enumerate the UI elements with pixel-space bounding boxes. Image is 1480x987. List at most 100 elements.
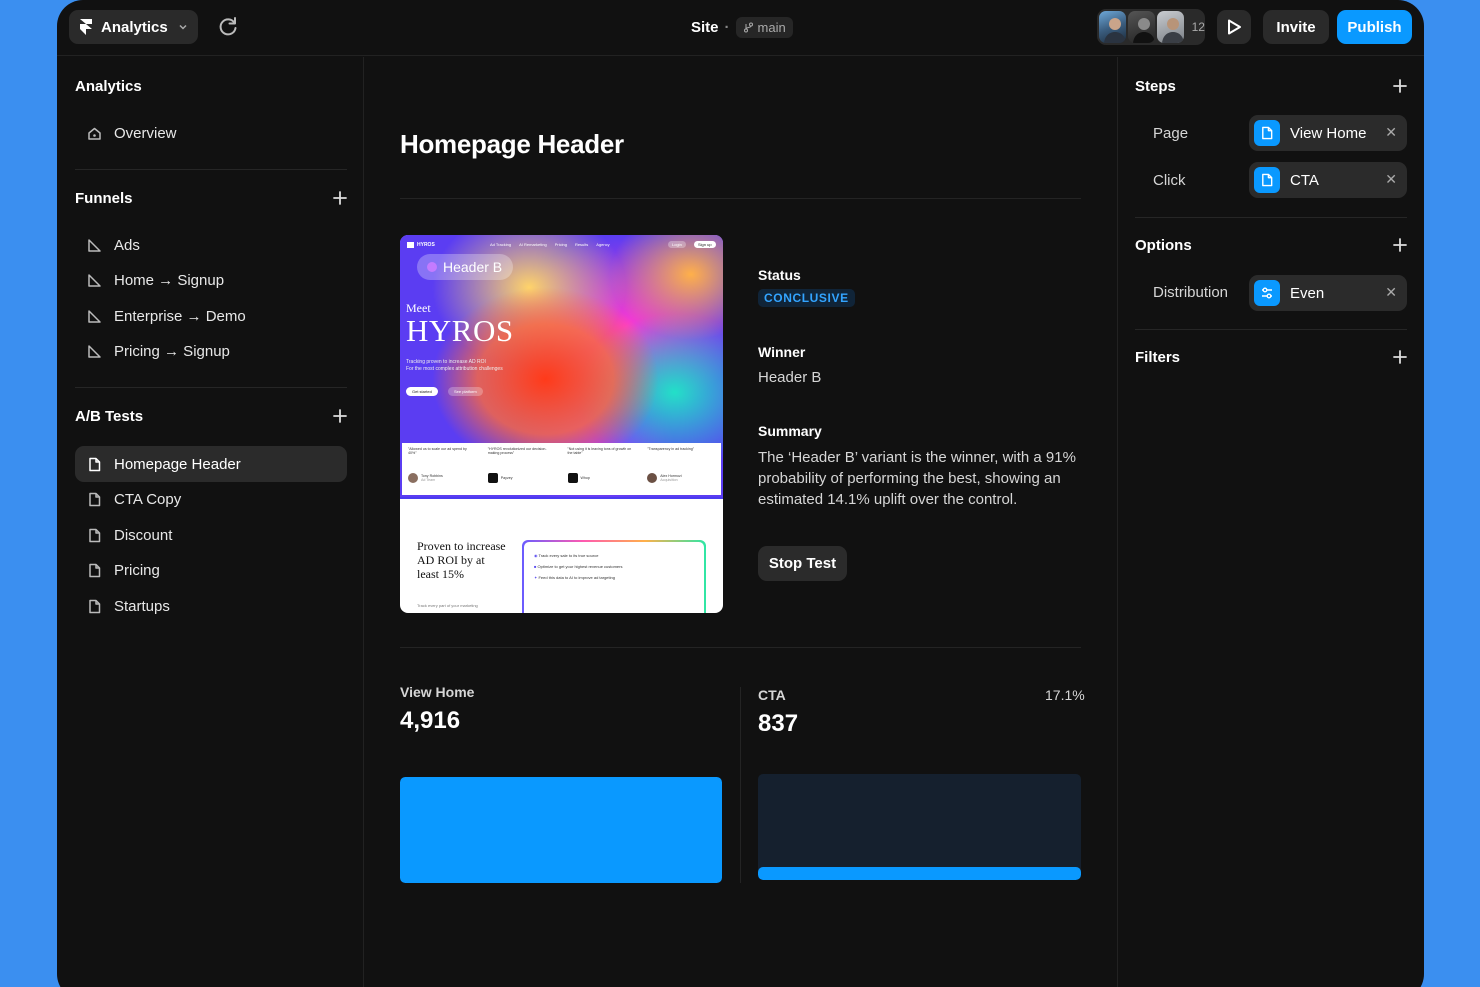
preview-nav-item: Agency [596, 242, 610, 247]
option-label-distribution: Distribution [1153, 284, 1229, 301]
sidebar-item-label: Pricing → Signup [114, 342, 230, 360]
add-abtest-icon[interactable] [332, 408, 348, 424]
branch-badge[interactable]: main [735, 17, 793, 38]
add-step-icon[interactable] [1392, 78, 1408, 94]
project-breadcrumb[interactable]: Site · main [691, 17, 793, 38]
variant-preview[interactable]: HYROS Ad Tracking AI Remarketing Pricing… [400, 235, 723, 613]
sidebar-item-label: Overview [114, 124, 177, 142]
page-icon [89, 457, 101, 471]
summary-label: Summary [758, 423, 822, 439]
preview-divider [400, 497, 723, 499]
whop-logo-icon [567, 473, 578, 483]
target-icon: ◉ [534, 553, 538, 558]
preview-nav-item: Pricing [554, 242, 567, 247]
testimonial-quote: "Not using it is leaving tons of growth … [567, 447, 632, 455]
stat-bar-fill [400, 777, 722, 883]
sidebar-item-funnel[interactable]: Enterprise → Demo [75, 298, 347, 334]
collaborators[interactable]: 12 [1097, 9, 1205, 45]
sidebar-item-label: CTA Copy [114, 490, 182, 508]
properties-panel: Steps Page View Home ✕ Click CTA ✕ Optio… [1117, 57, 1424, 987]
preview-checklist-card: ◉ Track every sale to its true source ■ … [522, 540, 706, 613]
sidebar-item-funnel[interactable]: Home → Signup [75, 262, 347, 298]
sidebar-item-abtest[interactable]: Startups [75, 588, 347, 624]
add-filter-icon[interactable] [1392, 349, 1408, 365]
sidebar-item-funnel[interactable]: Pricing → Signup [75, 333, 347, 369]
sidebar-item-abtest[interactable]: CTA Copy [75, 481, 347, 517]
invite-button[interactable]: Invite [1263, 10, 1329, 44]
testimonial-name: Payzey [500, 476, 513, 480]
variant-pill: Header B [417, 254, 513, 280]
stat-label-cta: CTA [758, 687, 786, 703]
home-icon [88, 127, 101, 140]
preview-nav-item: Results [574, 242, 589, 247]
status-badge: CONCLUSIVE [758, 289, 855, 307]
checklist-item: ✦ Feed this data to AI to improve ad tar… [534, 575, 615, 580]
git-branch-icon [743, 22, 753, 33]
divider [1135, 217, 1407, 218]
add-funnel-icon[interactable] [332, 190, 348, 206]
sidebar-item-homepage-header[interactable]: Homepage Header [75, 446, 347, 482]
publish-button[interactable]: Publish [1337, 10, 1412, 44]
sidebar-item-overview[interactable]: Overview [75, 115, 347, 151]
step-chip-view-home[interactable]: View Home ✕ [1249, 115, 1407, 151]
page-icon [89, 528, 101, 542]
stat-bar-fill [758, 867, 1081, 880]
remove-chip-icon[interactable]: ✕ [1385, 124, 1397, 141]
page-icon [89, 599, 101, 613]
analytics-section-title: Analytics [75, 78, 142, 95]
stat-bar-view-home [400, 777, 722, 883]
checklist-item: ■ Optimize to get your highest revenue c… [534, 564, 623, 569]
sliders-icon [1254, 280, 1280, 306]
preview-testimonial: "Not using it is leaving tons of growth … [562, 443, 642, 495]
status-label: Status [758, 267, 801, 283]
page-icon [1254, 167, 1280, 193]
branch-name: main [757, 20, 786, 35]
funnel-chart-icon [88, 344, 101, 358]
sidebar-item-label: Home → Signup [114, 271, 225, 289]
avatar [1127, 11, 1155, 43]
page-icon [89, 492, 101, 506]
step-chip-cta[interactable]: CTA ✕ [1249, 162, 1407, 198]
chip-label: Even [1290, 284, 1325, 302]
collaborator-count: 12 [1191, 20, 1205, 34]
summary-text: The ‘Header B’ variant is the winner, wi… [758, 449, 1076, 508]
winner-value: Header B [758, 369, 822, 386]
sidebar-item-funnel[interactable]: Ads [75, 227, 347, 263]
testimonial-name: Whop [580, 476, 590, 480]
testimonial-quote: "Transparency in ad tracking" [647, 447, 695, 451]
preview-cta-primary: Get started [406, 387, 438, 396]
app-menu-button[interactable]: Analytics [69, 10, 198, 44]
page-icon [89, 563, 101, 577]
app-window: Analytics Site · main 12 Invite Publish … [57, 0, 1424, 987]
remove-chip-icon[interactable]: ✕ [1385, 171, 1397, 188]
refresh-icon[interactable] [215, 14, 241, 40]
sidebar-item-abtest[interactable]: Pricing [75, 552, 347, 588]
stat-percent-cta: 17.1% [1045, 687, 1085, 703]
funnel-chart-icon [88, 309, 101, 323]
stop-test-button[interactable]: Stop Test [758, 546, 847, 581]
add-option-icon[interactable] [1392, 237, 1408, 253]
testimonial-role: Ad Team [421, 478, 436, 482]
checkbox-icon: ■ [534, 564, 537, 569]
sidebar-item-abtest[interactable]: Discount [75, 517, 347, 553]
testimonial-quote: "Allowed us to scale our ad spend by 40%… [408, 447, 467, 455]
preview-tagline: Tracking proven to increase AD ROI For t… [406, 359, 503, 372]
preview-button[interactable] [1217, 10, 1251, 44]
preview-headline: HYROS [406, 313, 514, 348]
remove-chip-icon[interactable]: ✕ [1385, 284, 1397, 301]
funnel-chart-icon [88, 273, 101, 287]
funnel-chart-icon [88, 238, 101, 252]
preview-brand: HYROS [407, 242, 435, 248]
option-chip-even[interactable]: Even ✕ [1249, 275, 1407, 311]
stat-value-cta: 837 [758, 710, 799, 737]
preview-cta-secondary: See platform [448, 387, 483, 396]
sparkle-icon: ✦ [534, 575, 538, 580]
avatar [1156, 11, 1184, 43]
testimonial-avatar [408, 473, 418, 483]
divider [75, 169, 347, 170]
variant-dot-icon [427, 262, 437, 272]
testimonial-role: Acquisition [660, 478, 678, 482]
sidebar-item-label: Homepage Header [114, 455, 241, 473]
sidebar-item-label: Ads [114, 236, 140, 254]
sidebar-item-label: Discount [114, 526, 173, 544]
